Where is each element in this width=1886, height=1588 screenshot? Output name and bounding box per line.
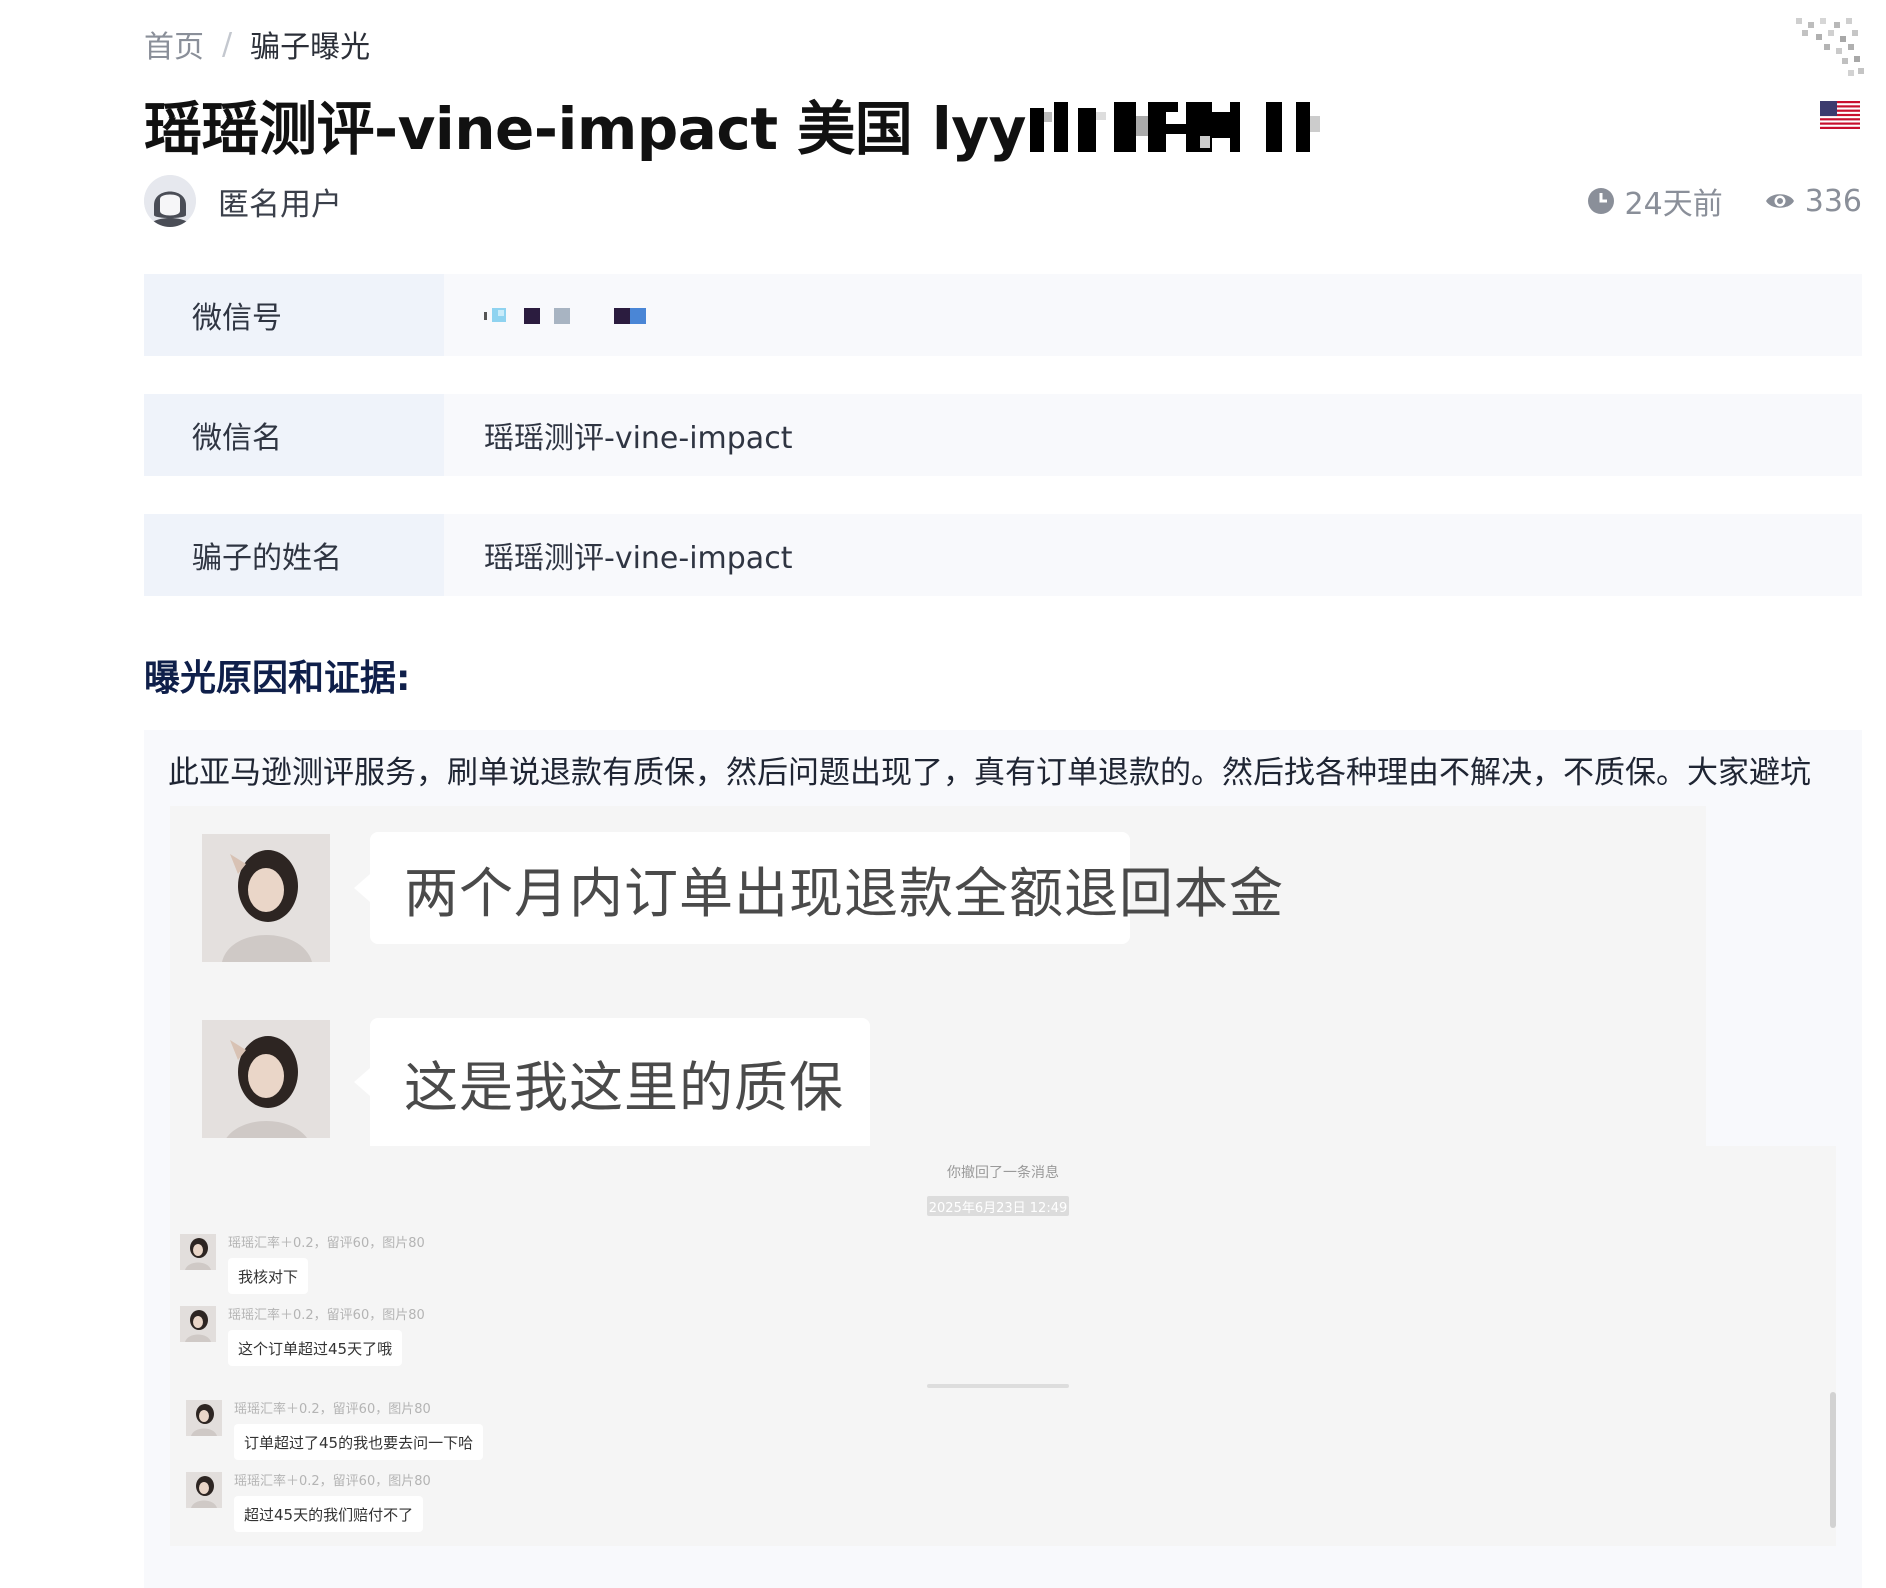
field-scammer-name: 骗子的姓名 瑶瑶测评-vine-impact	[144, 514, 1862, 596]
chat-sender: 瑶瑶汇率＋0.2，留评60，图片80	[234, 1474, 431, 1489]
post-time-text: 24天前	[1624, 187, 1723, 222]
recall-note: 你撤回了一条消息	[947, 1165, 1059, 1181]
field-label: 微信号	[144, 274, 444, 356]
author-info: 匿名用户	[144, 174, 342, 228]
post-meta: 24天前 336	[1587, 178, 1862, 224]
chat-bubble: 超过45天的我们赔付不了	[234, 1496, 424, 1532]
evidence-text: 此亚马逊测评服务，刷单说退款有质保，然后问题出现了，真有订单退款的。然后找各种理…	[168, 755, 1811, 791]
timestamp-badge: 2025年6月23日 12:49	[927, 1196, 1069, 1216]
chat-avatar	[186, 1472, 222, 1508]
breadcrumb: 首页 / 骗子曝光	[144, 22, 370, 66]
page-title: 瑶瑶测评-vine-impact 美国 lyy	[144, 84, 1370, 164]
evidence-screenshot-bottom[interactable]: 你撤回了一条消息 2025年6月23日 12:49 瑶瑶汇率＋0.2，留评60，…	[170, 1146, 1836, 1546]
chat-bubble: 订单超过了45的我也要去问一下哈	[234, 1424, 484, 1460]
chat-sender: 瑶瑶汇率＋0.2，留评60，图片80	[234, 1402, 431, 1417]
field-label: 骗子的姓名	[144, 514, 444, 596]
chat-bubble: 我核对下	[228, 1258, 309, 1294]
chat-bubble: 这个订单超过45天了哦	[228, 1330, 403, 1366]
avatar[interactable]	[144, 175, 196, 227]
breadcrumb-current-link[interactable]: 骗子曝光	[250, 22, 370, 66]
field-label: 微信名	[144, 394, 444, 476]
chat-bubble: 这是我这里的质保	[354, 1018, 870, 1146]
view-count: 336	[1765, 184, 1862, 219]
section-title: 曝光原因和证据:	[144, 658, 411, 699]
redacted-mosaic	[484, 308, 646, 324]
author-name[interactable]: 匿名用户	[218, 179, 342, 224]
qr-code-icon[interactable]	[1796, 18, 1866, 82]
field-wechat-id: 微信号	[144, 274, 1862, 356]
chat-avatar	[180, 1306, 216, 1342]
chat-avatar	[180, 1234, 216, 1270]
scrollbar-thumb[interactable]	[1830, 1392, 1836, 1528]
chat-bubble: 两个月内订单出现退款全额退回本金	[354, 832, 1283, 944]
field-value: 瑶瑶测评-vine-impact	[484, 421, 793, 456]
field-wechat-name: 微信名 瑶瑶测评-vine-impact	[144, 394, 1862, 476]
breadcrumb-home-link[interactable]: 首页	[144, 22, 204, 66]
eye-icon	[1765, 194, 1794, 208]
us-flag-icon	[1820, 101, 1860, 129]
evidence-screenshot-top[interactable]: 两个月内订单出现退款全额退回本金 这是我这里的质保	[170, 806, 1706, 1146]
redacted-mosaic	[1029, 98, 1370, 152]
chat-sender: 瑶瑶汇率＋0.2，留评60，图片80	[228, 1236, 425, 1251]
chat-avatar	[186, 1400, 222, 1436]
clock-icon	[1587, 188, 1614, 214]
chat-sender: 瑶瑶汇率＋0.2，留评60，图片80	[228, 1308, 425, 1323]
field-value-redacted	[444, 274, 1862, 356]
breadcrumb-separator: /	[222, 26, 233, 62]
page-title-text: 瑶瑶测评-vine-impact 美国 lyy	[144, 95, 1026, 163]
view-count-text: 336	[1804, 183, 1862, 219]
post-time: 24天前	[1587, 179, 1723, 223]
scroll-divider	[927, 1384, 1069, 1388]
chat-avatar	[202, 834, 330, 962]
field-value: 瑶瑶测评-vine-impact	[484, 541, 793, 576]
chat-avatar	[202, 1020, 330, 1138]
